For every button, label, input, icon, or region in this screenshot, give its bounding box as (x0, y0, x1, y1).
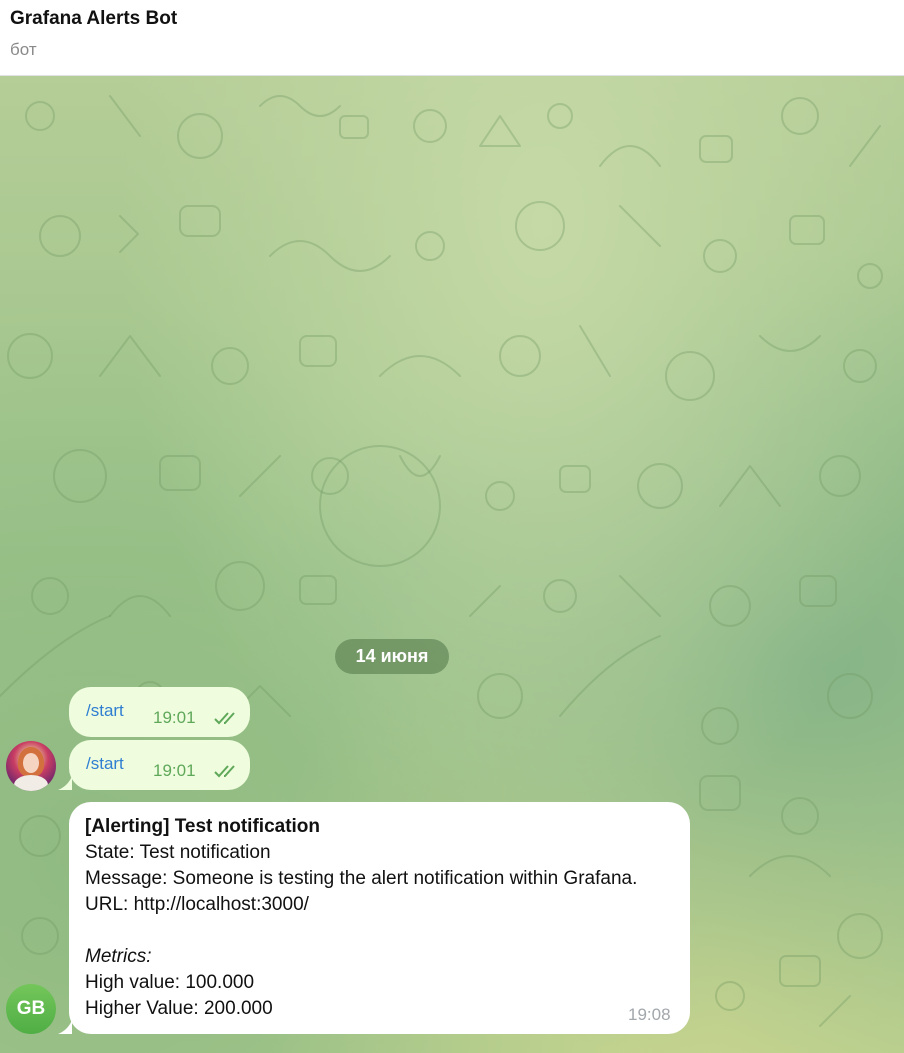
metric-item: High value: 100.000 (85, 972, 255, 993)
alert-message: Message: Someone is testing the alert no… (85, 868, 638, 889)
bot-avatar[interactable]: GB (6, 984, 56, 1034)
command-link[interactable]: /start (86, 754, 124, 774)
metric-item: Higher Value: 200.000 (85, 998, 273, 1019)
incoming-message[interactable]: [Alerting] Test notification State: Test… (69, 802, 690, 1034)
outgoing-message[interactable]: /start 19:01 (69, 740, 250, 790)
double-check-icon (214, 712, 235, 725)
date-separator: 14 июня (335, 639, 449, 674)
chat-subtitle: бот (10, 40, 37, 59)
chat-area[interactable]: 14 июня /start 19:01 /start 19:01 [Alert… (0, 76, 904, 1053)
user-avatar[interactable] (6, 741, 56, 791)
metrics-label: Metrics: (85, 946, 152, 967)
alert-title: [Alerting] Test notification (85, 816, 321, 837)
chat-title[interactable]: Grafana Alerts Bot (10, 8, 177, 30)
bubble-tail (58, 776, 72, 790)
message-time: 19:08 (628, 1005, 671, 1024)
bubble-tail (58, 1020, 72, 1034)
message-time: 19:01 (153, 708, 196, 727)
alert-state: State: Test notification (85, 842, 271, 863)
double-check-icon (214, 765, 235, 778)
command-link[interactable]: /start (86, 701, 124, 721)
alert-url: URL: http://localhost:3000/ (85, 894, 309, 915)
chat-header[interactable]: Grafana Alerts Bot бот (0, 0, 904, 76)
message-time: 19:01 (153, 761, 196, 780)
outgoing-message[interactable]: /start 19:01 (69, 687, 250, 737)
